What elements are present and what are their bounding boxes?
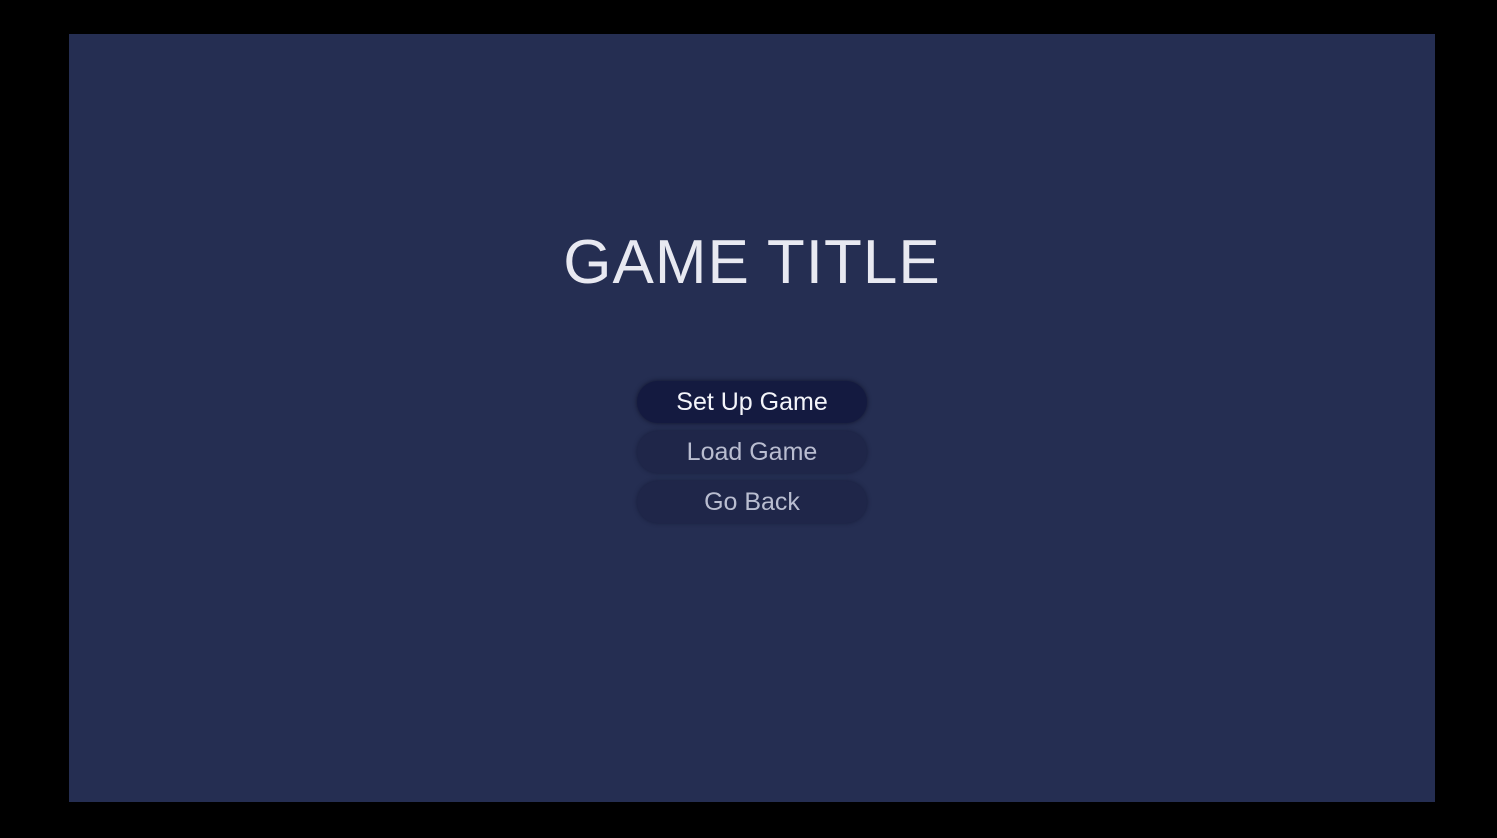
set-up-game-button[interactable]: Set Up Game xyxy=(637,381,867,423)
main-menu: Set Up Game Load Game Go Back xyxy=(637,381,867,523)
go-back-button[interactable]: Go Back xyxy=(637,481,867,523)
game-title: GAME TITLE xyxy=(563,228,941,297)
load-game-button[interactable]: Load Game xyxy=(637,431,867,473)
game-screen: GAME TITLE Set Up Game Load Game Go Back xyxy=(69,34,1435,802)
